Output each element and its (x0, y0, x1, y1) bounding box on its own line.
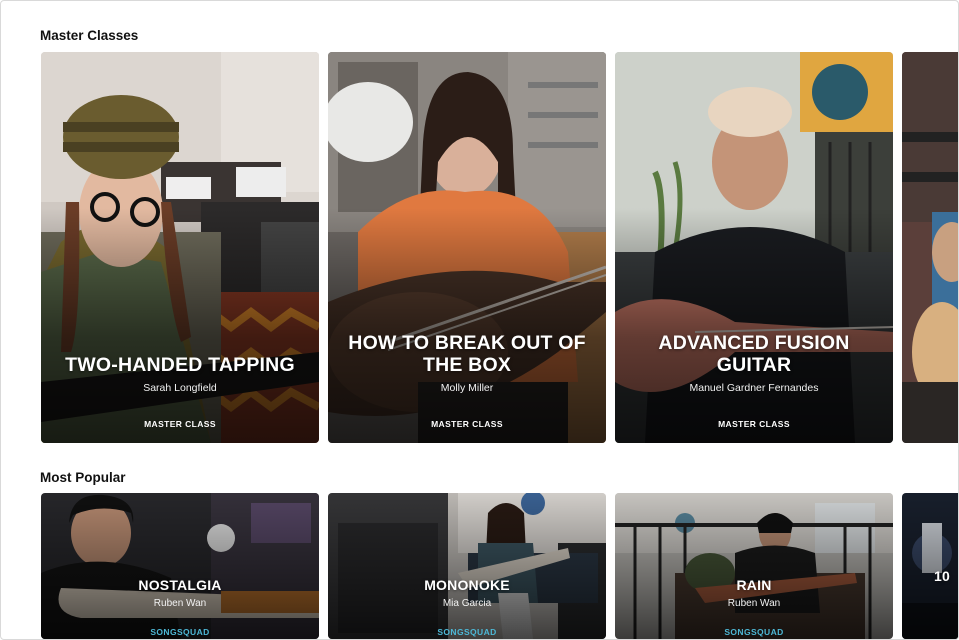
card-tag: MASTER CLASS (144, 419, 216, 429)
card-author: Ruben Wan (727, 598, 781, 609)
page-frame: Master Classes TWO-HANDED TAPPING Sarah … (0, 0, 959, 640)
master-classes-carousel[interactable]: TWO-HANDED TAPPING Sarah Longfield MASTE… (41, 52, 958, 443)
popular-card[interactable]: NOSTALGIA Ruben Wan SONGSQUAD (41, 493, 319, 639)
section-title-master-classes: Master Classes (40, 28, 139, 43)
card-author: Manuel Gardner Fernandes (689, 382, 819, 394)
section-title-most-popular: Most Popular (40, 470, 126, 485)
popular-card-partial[interactable]: 10 (902, 493, 958, 639)
card-title: ADVANCED FUSION GUITAR (658, 332, 850, 377)
card-caption: NOSTALGIA Ruben Wan SONGSQUAD (41, 578, 319, 637)
card-title: HOW TO BREAK OUT OF THE BOX (348, 332, 586, 377)
master-class-card[interactable]: TWO-HANDED TAPPING Sarah Longfield MASTE… (41, 52, 319, 443)
card-tag: SONGSQUAD (437, 627, 497, 637)
master-class-card[interactable]: HOW TO BREAK OUT OF THE BOX Molly Miller… (328, 52, 606, 443)
master-class-card-partial[interactable] (902, 52, 958, 443)
card-caption: RAIN Ruben Wan SONGSQUAD (615, 578, 893, 637)
card-caption: HOW TO BREAK OUT OF THE BOX Molly Miller… (328, 333, 606, 429)
most-popular-carousel[interactable]: NOSTALGIA Ruben Wan SONGSQUAD MONONOKE M… (41, 493, 958, 639)
popular-card[interactable]: MONONOKE Mia Garcia SONGSQUAD (328, 493, 606, 639)
card-author: Molly Miller (440, 382, 494, 394)
popular-card[interactable]: RAIN Ruben Wan SONGSQUAD (615, 493, 893, 639)
card-title: RAIN (736, 577, 772, 594)
master-class-card[interactable]: ADVANCED FUSION GUITAR Manuel Gardner Fe… (615, 52, 893, 443)
card-tag: SONGSQUAD (150, 627, 210, 637)
card-thumbnail-image (902, 52, 958, 443)
card-author: Mia Garcia (442, 598, 492, 609)
card-caption: ADVANCED FUSION GUITAR Manuel Gardner Fe… (615, 333, 893, 429)
card-tag: SONGSQUAD (724, 627, 784, 637)
card-caption: TWO-HANDED TAPPING Sarah Longfield MASTE… (41, 354, 319, 429)
card-tag: MASTER CLASS (718, 419, 790, 429)
card-tag: MASTER CLASS (431, 419, 503, 429)
card-caption: MONONOKE Mia Garcia SONGSQUAD (328, 578, 606, 637)
card-title: MONONOKE (424, 577, 510, 594)
card-author: Ruben Wan (153, 598, 207, 609)
card-title: NOSTALGIA (138, 577, 222, 594)
card-author: Sarah Longfield (143, 382, 217, 394)
card-title: TWO-HANDED TAPPING (65, 354, 295, 377)
card-title: 10 (934, 568, 950, 585)
